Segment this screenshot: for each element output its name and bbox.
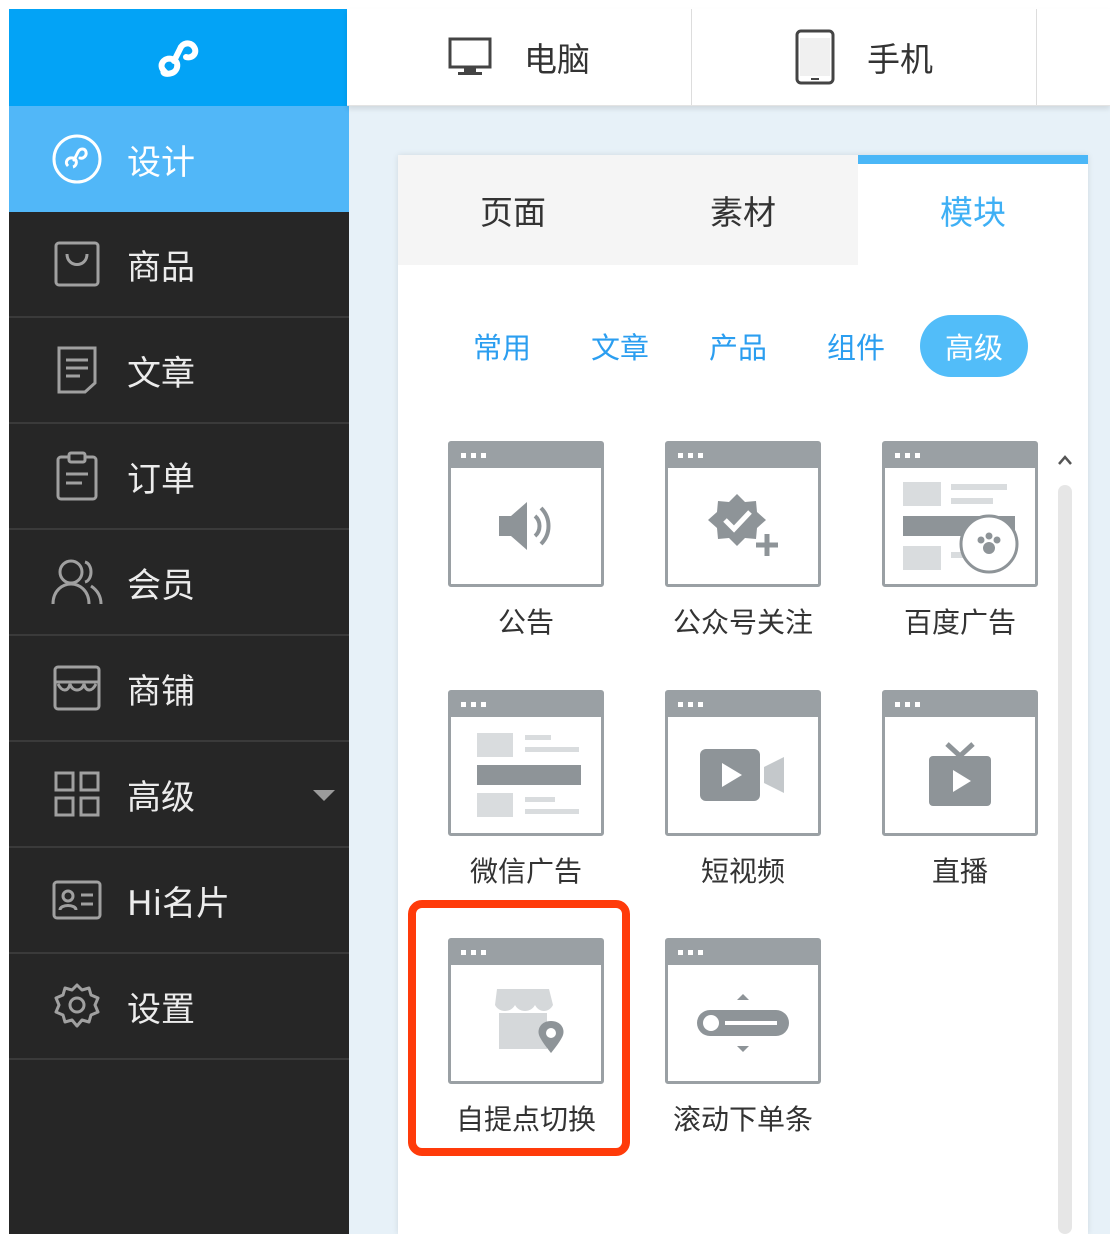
highlight-outline (408, 900, 630, 1156)
gear-icon (51, 980, 103, 1032)
module-label: 百度广告 (903, 606, 1016, 639)
verified-badge-plus-icon (708, 494, 778, 556)
module-label: 直播 (931, 855, 988, 888)
app-logo[interactable] (9, 9, 347, 106)
category-common[interactable]: 常用 (448, 315, 556, 377)
sidebar-item-label: 商品 (127, 247, 195, 288)
mobile-phone-icon (795, 29, 835, 85)
sidebar-item-articles[interactable]: 文章 (9, 318, 349, 424)
module-label: 微信广告 (469, 855, 582, 888)
sidebar-item-settings[interactable]: 设置 (9, 954, 349, 1060)
sidebar-item-label: 订单 (127, 459, 195, 500)
device-tab-label: 电脑 (524, 40, 590, 79)
sidebar-item-label: 会员 (127, 565, 195, 606)
module-label: 公众号关注 (672, 606, 813, 639)
module-live[interactable]: 直播 (882, 690, 1038, 888)
category-products[interactable]: 产品 (684, 315, 792, 377)
baidu-ad-icon (903, 482, 1019, 574)
storefront-icon (51, 662, 103, 714)
category-articles[interactable]: 文章 (566, 315, 674, 377)
device-tab-desktop[interactable]: 电脑 (347, 9, 692, 105)
wechat-ad-layout-icon (477, 733, 581, 817)
sidebar-item-members[interactable]: 会员 (9, 530, 349, 636)
speaker-icon (499, 502, 551, 550)
module-wechat-ad[interactable]: 微信广告 (448, 690, 604, 888)
mini-program-logo-icon (158, 39, 199, 77)
shopping-bag-icon (51, 238, 103, 290)
tab-modules[interactable]: 模块 (858, 155, 1088, 265)
category-advanced[interactable]: 高级 (920, 315, 1028, 377)
tab-materials[interactable]: 素材 (628, 155, 858, 265)
module-label: 滚动下单条 (672, 1103, 813, 1136)
panel-tabs: 页面 素材 模块 (398, 155, 1088, 265)
sidebar-item-label: 商铺 (127, 671, 195, 712)
sidebar-item-label: 设计 (127, 142, 195, 183)
category-components[interactable]: 组件 (802, 315, 910, 377)
module-label: 短视频 (700, 855, 785, 888)
sidebar-item-shop[interactable]: 商铺 (9, 636, 349, 742)
live-tv-icon (929, 742, 991, 806)
device-tab-mobile[interactable]: 手机 (692, 9, 1037, 105)
desktop-monitor-icon (448, 37, 492, 77)
module-label: 公告 (497, 606, 554, 639)
sidebar-item-label: Hi名片 (127, 883, 231, 924)
grid-icon (51, 768, 103, 820)
sidebar-item-design[interactable]: 设计 (9, 106, 349, 212)
sidebar-item-products[interactable]: 商品 (9, 212, 349, 318)
sidebar-item-hi-card[interactable]: Hi名片 (9, 848, 349, 954)
module-baidu-ad[interactable]: 百度广告 (882, 441, 1038, 639)
members-icon (51, 556, 103, 608)
sidebar-item-label: 文章 (127, 353, 195, 394)
tab-pages[interactable]: 页面 (398, 155, 628, 265)
device-tab-label: 手机 (867, 40, 933, 79)
scroll-order-bar-icon (697, 994, 789, 1052)
sidebar: 设计 商品 文章 订单 会员 商铺 高级 Hi名片 设置 (9, 106, 349, 1234)
sidebar-item-orders[interactable]: 订单 (9, 424, 349, 530)
module-announcement[interactable]: 公告 (448, 441, 604, 639)
module-short-video[interactable]: 短视频 (665, 690, 821, 888)
device-switcher: 电脑 手机 (347, 9, 1110, 106)
module-scrolling-order-bar[interactable]: 滚动下单条 (665, 938, 821, 1136)
clipboard-icon (51, 450, 103, 502)
document-icon (51, 344, 103, 396)
sidebar-item-label: 设置 (127, 989, 195, 1030)
design-logo-icon (51, 133, 103, 185)
video-camera-icon (700, 749, 784, 801)
sidebar-item-label: 高级 (127, 777, 195, 818)
chevron-down-icon[interactable] (313, 790, 335, 801)
scroll-up-arrow-icon[interactable] (1058, 455, 1072, 465)
module-official-account[interactable]: 公众号关注 (665, 441, 821, 639)
sidebar-item-advanced[interactable]: 高级 (9, 742, 349, 848)
id-card-icon (51, 874, 103, 926)
